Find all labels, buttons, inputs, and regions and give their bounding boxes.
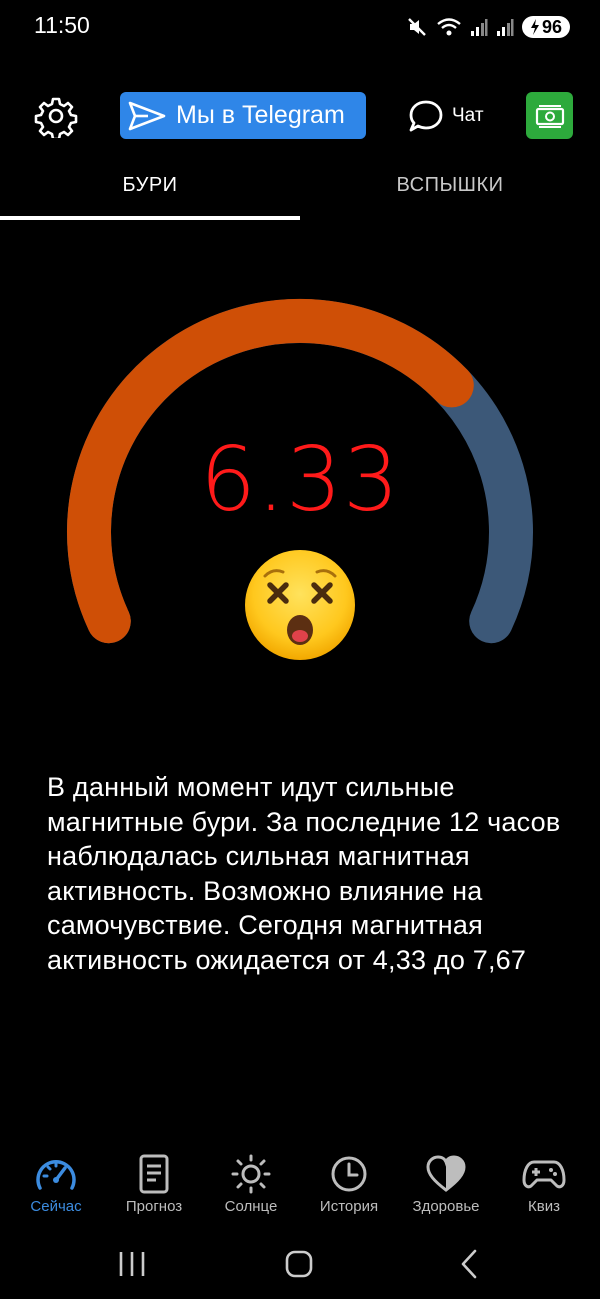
tab-flares[interactable]: ВСПЫШКИ — [300, 160, 600, 216]
nav-label-quiz: Квиз — [528, 1198, 560, 1215]
nav-label-health: Здоровье — [412, 1198, 480, 1215]
nav-item-sun[interactable]: Солнце — [201, 1150, 301, 1230]
tab-bar: БУРИ ВСПЫШКИ — [0, 160, 600, 222]
tab-indicator — [0, 216, 300, 220]
tab-storms-label: БУРИ — [122, 174, 178, 196]
storm-gauge: 6.33 — [0, 260, 600, 720]
document-icon — [139, 1154, 169, 1194]
gear-icon — [34, 97, 78, 141]
nav-label-sun: Солнце — [224, 1198, 278, 1215]
chat-button[interactable]: Чат — [408, 94, 484, 138]
signal-icon — [496, 19, 514, 36]
sun-icon — [231, 1154, 271, 1194]
clock-icon — [331, 1156, 367, 1192]
nav-item-history[interactable]: История — [299, 1150, 399, 1230]
system-navigation — [0, 1230, 600, 1299]
telegram-button[interactable]: Мы в Telegram — [120, 92, 366, 139]
storm-description: В данный момент идут сильные магнитные б… — [47, 772, 561, 975]
gauge-value: 6.33 — [200, 428, 400, 531]
wifi-icon — [437, 18, 461, 36]
status-icons: 96 — [406, 13, 570, 41]
status-bar: 11:50 96 — [0, 0, 600, 54]
nav-item-quiz[interactable]: Квиз — [494, 1150, 594, 1230]
nav-label-history: История — [319, 1198, 379, 1215]
chat-bubble-icon — [409, 100, 443, 132]
recent-apps-icon[interactable] — [116, 1248, 148, 1280]
top-bar: Мы в Telegram Чат — [0, 88, 600, 144]
nav-item-now[interactable]: Сейчас — [6, 1150, 106, 1230]
battery-charging-icon — [530, 19, 539, 35]
battery-indicator: 96 — [521, 16, 570, 38]
signal-icon — [470, 19, 488, 36]
bottom-navigation: Сейчас Прогноз Солнце История Здоровье К… — [0, 1150, 600, 1230]
banknote-icon — [535, 104, 564, 128]
nav-label-forecast: Прогноз — [125, 1198, 183, 1215]
send-icon — [128, 101, 166, 130]
home-icon[interactable] — [283, 1248, 315, 1280]
battery-level: 96 — [541, 16, 562, 37]
money-button[interactable] — [526, 92, 573, 139]
tab-storms[interactable]: БУРИ — [0, 160, 300, 216]
gamepad-icon — [522, 1160, 566, 1189]
back-icon[interactable] — [454, 1248, 486, 1280]
chat-label: Чат — [452, 105, 484, 126]
mute-icon — [408, 18, 426, 36]
tab-flares-label: ВСПЫШКИ — [396, 174, 504, 196]
settings-button[interactable] — [34, 94, 78, 141]
telegram-label: Мы в Telegram — [176, 101, 345, 129]
nav-item-forecast[interactable]: Прогноз — [104, 1150, 204, 1230]
nav-label-now: Сейчас — [30, 1198, 82, 1215]
gauge-icon — [36, 1160, 76, 1190]
status-time: 11:50 — [34, 12, 90, 38]
dizzy-face-emoji — [245, 550, 355, 660]
nav-item-health[interactable]: Здоровье — [396, 1150, 496, 1230]
heart-icon — [426, 1155, 466, 1192]
